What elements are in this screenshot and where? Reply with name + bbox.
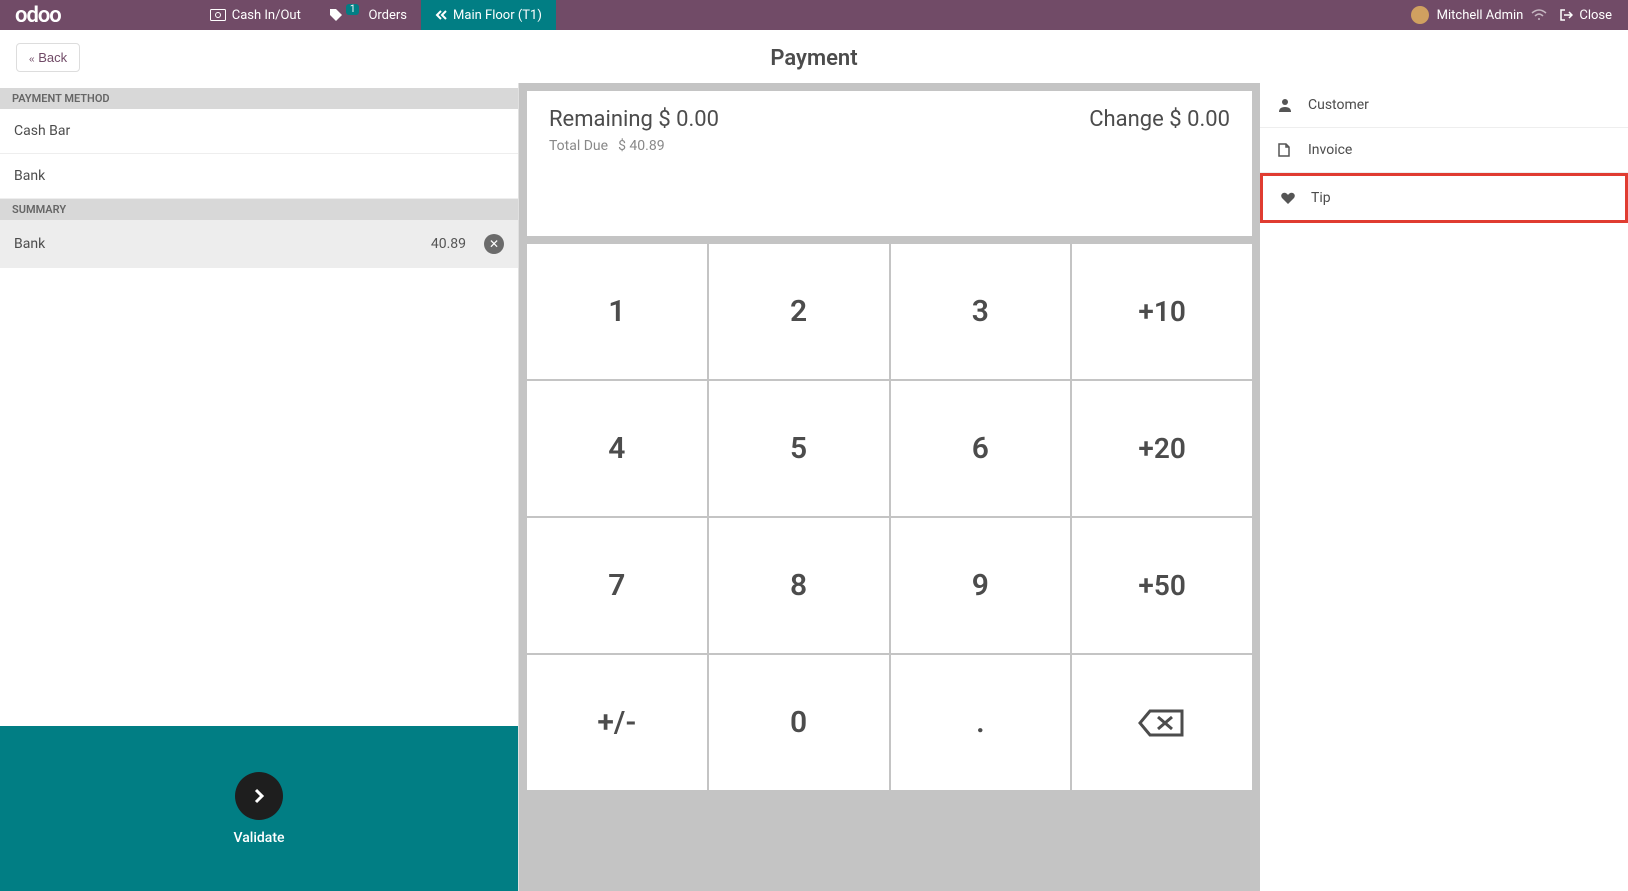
numpad: 1 2 3 +10 4 5 6 +20 7 8 9 +50 +/- 0 . xyxy=(527,244,1252,790)
summary-row[interactable]: Bank 40.89 ✕ xyxy=(0,220,518,268)
change-value: $ 0.00 xyxy=(1169,107,1230,132)
change: Change $ 0.00 xyxy=(1089,107,1230,132)
user-label[interactable]: Mitchell Admin xyxy=(1437,8,1524,23)
total-due-label: Total Due xyxy=(549,138,608,154)
close-label: Close xyxy=(1579,8,1612,23)
numkey-dot[interactable]: . xyxy=(891,655,1071,790)
numkey-7[interactable]: 7 xyxy=(527,518,707,653)
customer-button[interactable]: Customer xyxy=(1260,83,1628,128)
numkey-plus10[interactable]: +10 xyxy=(1072,244,1252,379)
tip-label: Tip xyxy=(1311,190,1331,206)
right-column: Customer Invoice Tip xyxy=(1260,83,1628,891)
validate-button[interactable]: Validate xyxy=(0,726,518,891)
chevron-left-double-icon: « xyxy=(29,54,35,65)
numkey-plus20[interactable]: +20 xyxy=(1072,381,1252,516)
customer-label: Customer xyxy=(1308,97,1369,113)
remaining-value: $ 0.00 xyxy=(658,107,719,132)
chevron-left-double-icon xyxy=(435,9,447,21)
orders-badge: 1 xyxy=(346,4,360,15)
center-column: Remaining $ 0.00 Change $ 0.00 Total Due… xyxy=(519,83,1260,891)
wifi-icon xyxy=(1531,9,1547,21)
invoice-button[interactable]: Invoice xyxy=(1260,128,1628,173)
floor-button[interactable]: Main Floor (T1) xyxy=(421,0,556,30)
floor-label: Main Floor (T1) xyxy=(453,8,542,23)
payment-method-header: PAYMENT METHOD xyxy=(0,88,518,109)
summary-header: SUMMARY xyxy=(0,199,518,220)
change-label: Change xyxy=(1089,107,1164,132)
cash-icon xyxy=(210,9,226,21)
avatar[interactable] xyxy=(1411,6,1429,24)
numkey-plusminus[interactable]: +/- xyxy=(527,655,707,790)
left-column: « Back PAYMENT METHOD Cash Bar Bank SUMM… xyxy=(0,83,519,891)
remove-payment-button[interactable]: ✕ xyxy=(484,234,504,254)
amount-panel: Remaining $ 0.00 Change $ 0.00 Total Due… xyxy=(527,91,1252,236)
numkey-5[interactable]: 5 xyxy=(709,381,889,516)
back-label: Back xyxy=(38,50,67,65)
tag-icon xyxy=(329,8,343,22)
numkey-1[interactable]: 1 xyxy=(527,244,707,379)
cash-in-out-label: Cash In/Out xyxy=(232,8,301,23)
validate-circle xyxy=(235,772,283,820)
topbar-right: Mitchell Admin Close xyxy=(1411,0,1628,30)
back-button[interactable]: « Back xyxy=(16,43,80,72)
numkey-9[interactable]: 9 xyxy=(891,518,1071,653)
remaining-label: Remaining xyxy=(549,107,653,132)
file-icon xyxy=(1278,143,1294,157)
total-due-value: $ 40.89 xyxy=(618,138,665,154)
backspace-icon xyxy=(1138,707,1186,739)
summary-name: Bank xyxy=(14,236,431,252)
user-icon xyxy=(1278,98,1294,112)
logo: odoo xyxy=(0,3,76,28)
heart-icon xyxy=(1281,192,1297,204)
numkey-8[interactable]: 8 xyxy=(709,518,889,653)
close-button[interactable]: Close xyxy=(1555,0,1616,30)
numkey-6[interactable]: 6 xyxy=(891,381,1071,516)
topbar: odoo Cash In/Out 1 Orders Main Floor (T1… xyxy=(0,0,1628,30)
cash-in-out-button[interactable]: Cash In/Out xyxy=(196,0,315,30)
chevron-right-icon xyxy=(250,787,268,805)
numkey-3[interactable]: 3 xyxy=(891,244,1071,379)
numkey-0[interactable]: 0 xyxy=(709,655,889,790)
close-icon: ✕ xyxy=(489,237,499,251)
numkey-4[interactable]: 4 xyxy=(527,381,707,516)
orders-button[interactable]: 1 Orders xyxy=(315,0,421,30)
signout-icon xyxy=(1559,8,1573,22)
invoice-label: Invoice xyxy=(1308,142,1352,158)
tip-button[interactable]: Tip xyxy=(1260,173,1628,223)
summary-amount: 40.89 xyxy=(431,236,466,252)
numkey-2[interactable]: 2 xyxy=(709,244,889,379)
page-title: Payment xyxy=(0,30,1628,83)
orders-label: Orders xyxy=(368,8,407,23)
numkey-backspace[interactable] xyxy=(1072,655,1252,790)
payment-method-cash-bar[interactable]: Cash Bar xyxy=(0,109,518,154)
payment-method-bank[interactable]: Bank xyxy=(0,154,518,199)
numkey-plus50[interactable]: +50 xyxy=(1072,518,1252,653)
remaining: Remaining $ 0.00 xyxy=(549,107,719,132)
